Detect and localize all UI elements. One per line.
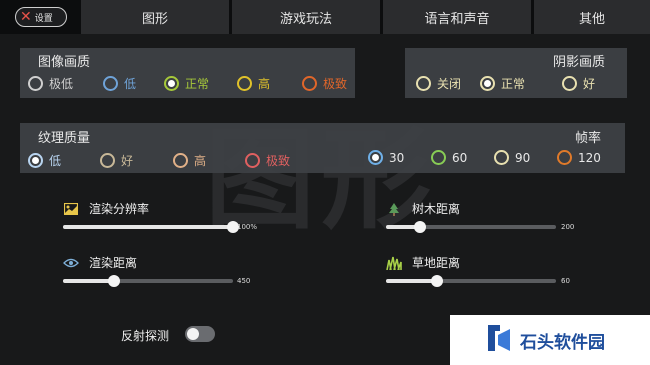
frame-rate-option-90[interactable]: 90 — [494, 150, 530, 165]
shadow-quality-option-good[interactable]: 好 — [562, 75, 595, 92]
top-tab-bar: ✕ 设置 图形 游戏玩法 语言和声音 其他 — [0, 0, 650, 34]
tab-other-label: 其他 — [578, 11, 605, 27]
radio-icon — [173, 153, 188, 168]
render-resolution-label: 渲染分辨率 — [89, 202, 150, 216]
option-label: 60 — [452, 150, 468, 165]
slider-handle[interactable] — [431, 275, 443, 287]
option-label: 极致 — [266, 154, 291, 168]
image-quality-option-normal[interactable]: 正常 — [164, 75, 209, 92]
render-resolution-label-row: 渲染分辨率 — [63, 200, 149, 217]
option-label: 正常 — [501, 77, 526, 91]
option-label: 极低 — [49, 77, 74, 91]
option-label: 低 — [49, 154, 62, 168]
option-label: 120 — [578, 150, 601, 165]
texture-quality-option-low[interactable]: 低 — [28, 152, 61, 169]
tree-distance-label: 树木距离 — [412, 202, 461, 216]
radio-icon — [302, 76, 317, 91]
radio-icon — [103, 76, 118, 91]
radio-icon — [494, 150, 509, 165]
render-distance-label-row: 渲染距离 — [63, 254, 137, 271]
option-label: 高 — [194, 154, 207, 168]
render-distance-label: 渲染距离 — [89, 256, 138, 270]
texture-quality-option-ultra[interactable]: 极致 — [245, 152, 290, 169]
radio-selected-icon — [164, 76, 179, 91]
option-label: 30 — [389, 150, 405, 165]
shadow-quality-option-normal[interactable]: 正常 — [480, 75, 525, 92]
slider-handle[interactable] — [414, 221, 426, 233]
tree-icon — [386, 202, 402, 216]
radio-icon — [28, 76, 43, 91]
render-distance-value: 450 — [237, 277, 251, 285]
radio-icon — [245, 153, 260, 168]
tree-distance-value: 200 — [561, 223, 575, 231]
frame-rate-option-120[interactable]: 120 — [557, 150, 601, 165]
shadow-quality-option-off[interactable]: 关闭 — [416, 75, 461, 92]
radio-icon — [557, 150, 572, 165]
radio-selected-icon — [28, 153, 43, 168]
image-quality-option-low[interactable]: 低 — [103, 75, 136, 92]
tab-gameplay-label: 游戏玩法 — [279, 11, 332, 27]
back-button-label: 设置 — [34, 13, 53, 24]
option-label: 好 — [121, 154, 134, 168]
tab-language-sound-label: 语言和声音 — [424, 11, 490, 27]
radio-selected-icon — [480, 76, 495, 91]
radio-icon — [431, 150, 446, 165]
texture-quality-option-high[interactable]: 高 — [173, 152, 206, 169]
grass-icon — [386, 256, 402, 270]
tab-language-sound[interactable]: 语言和声音 — [383, 0, 531, 34]
grass-distance-value: 60 — [561, 277, 570, 285]
brand-logo-icon — [486, 323, 512, 357]
option-label: 90 — [515, 150, 531, 165]
brand-name: 石头软件园 — [520, 332, 605, 353]
texture-quality-title: 纹理质量 — [38, 131, 91, 146]
frame-rate-option-60[interactable]: 60 — [431, 150, 467, 165]
image-quality-title: 图像画质 — [38, 55, 91, 70]
reflection-probe-toggle[interactable] — [185, 326, 215, 342]
grass-distance-label-row: 草地距离 — [386, 254, 460, 271]
option-label: 高 — [258, 77, 271, 91]
render-resolution-slider[interactable] — [63, 221, 239, 233]
tab-gameplay[interactable]: 游戏玩法 — [232, 0, 380, 34]
render-distance-slider[interactable] — [63, 275, 233, 287]
radio-icon — [416, 76, 431, 91]
brand-watermark: 石头软件园 — [450, 315, 650, 365]
reflection-probe-label: 反射探测 — [121, 329, 170, 343]
tab-graphics[interactable]: 图形 — [81, 0, 229, 34]
slider-fill — [386, 279, 437, 283]
close-icon: ✕ — [20, 9, 32, 25]
tab-other[interactable]: 其他 — [534, 0, 650, 34]
shadow-quality-title: 阴影画质 — [553, 55, 606, 70]
render-resolution-value: 100% — [237, 223, 258, 231]
option-label: 低 — [124, 77, 137, 91]
radio-icon — [237, 76, 252, 91]
back-button[interactable]: ✕ 设置 — [15, 7, 67, 27]
option-label: 好 — [583, 77, 596, 91]
slider-fill — [63, 225, 233, 229]
texture-quality-option-good[interactable]: 好 — [100, 152, 133, 169]
tree-distance-label-row: 树木距离 — [386, 200, 460, 217]
option-label: 正常 — [185, 77, 210, 91]
slider-handle[interactable] — [108, 275, 120, 287]
radio-selected-icon — [368, 150, 383, 165]
frame-rate-title: 帧率 — [575, 131, 602, 146]
radio-icon — [562, 76, 577, 91]
option-label: 关闭 — [437, 77, 462, 91]
image-quality-option-high[interactable]: 高 — [237, 75, 270, 92]
image-quality-option-ultra[interactable]: 极致 — [302, 75, 347, 92]
toggle-knob — [187, 328, 199, 340]
image-icon — [63, 202, 79, 216]
frame-rate-option-30[interactable]: 30 — [368, 150, 404, 165]
slider-fill — [63, 279, 114, 283]
tab-graphics-label: 图形 — [141, 11, 168, 27]
image-quality-option-very-low[interactable]: 极低 — [28, 75, 73, 92]
grass-distance-label: 草地距离 — [412, 256, 461, 270]
eye-icon — [63, 256, 79, 270]
grass-distance-slider[interactable] — [386, 275, 556, 287]
radio-icon — [100, 153, 115, 168]
option-label: 极致 — [323, 77, 348, 91]
tree-distance-slider[interactable] — [386, 221, 556, 233]
